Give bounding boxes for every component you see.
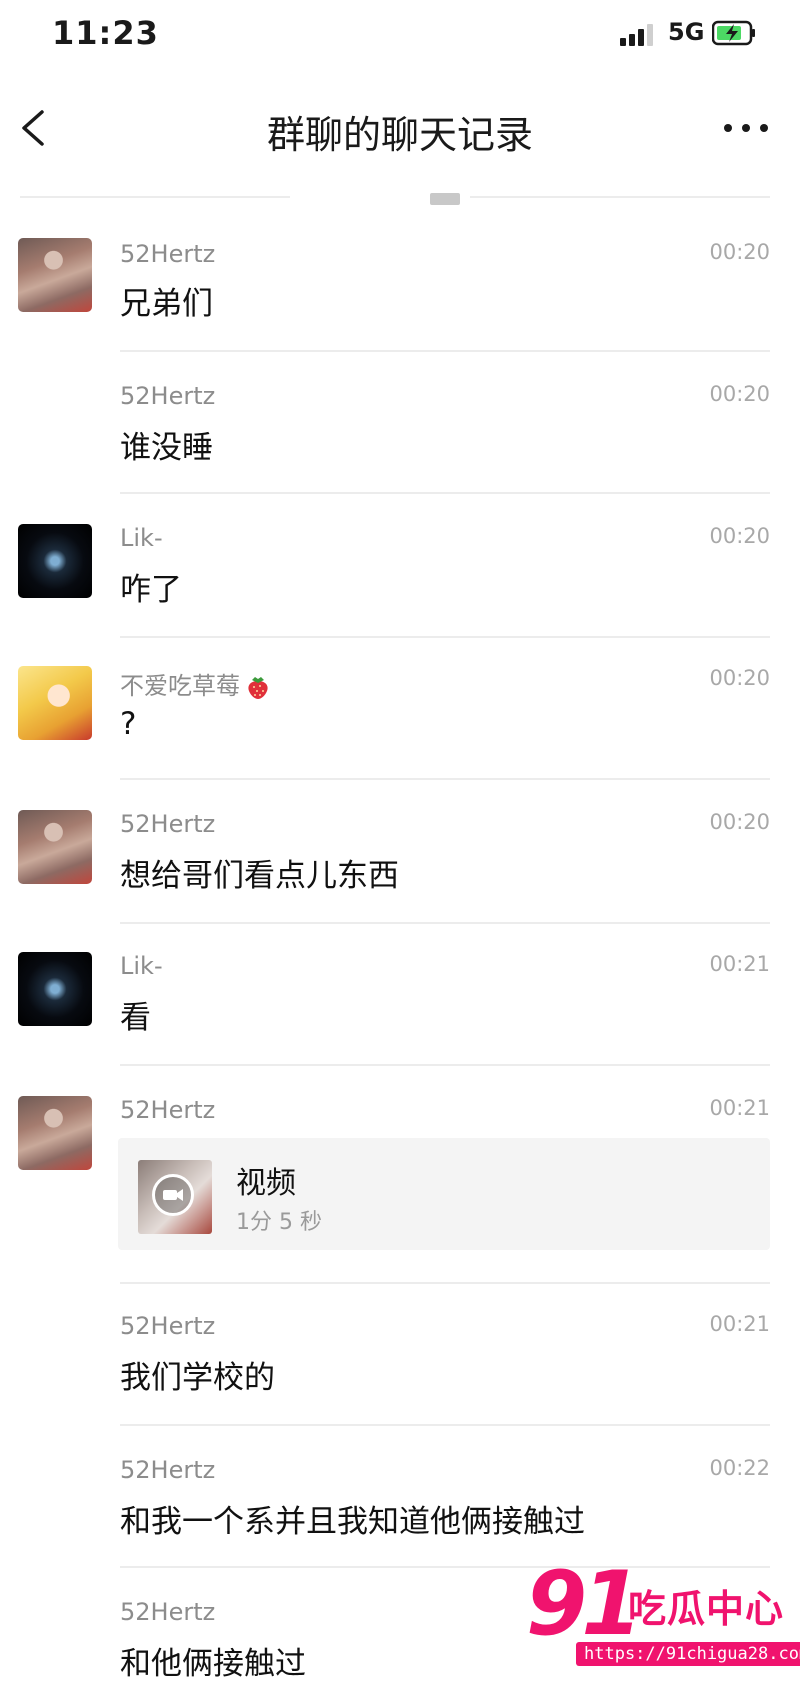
divider (120, 1282, 770, 1284)
message-text: 看 (120, 1000, 151, 1036)
sender-name: 52Hertz (120, 382, 216, 410)
list-item[interactable]: 52Hertz 00:20 谁没睡 (0, 380, 800, 480)
video-message-card[interactable]: 视频 1分 5 秒 (118, 1138, 770, 1250)
message-text: 想给哥们看点儿东西 (120, 858, 399, 894)
message-text: 咋了 (120, 572, 182, 608)
battery-charging-icon (712, 20, 755, 46)
message-text: 和他俩接触过 (120, 1646, 306, 1682)
sender-name: 52Hertz (120, 1096, 216, 1124)
divider (470, 196, 770, 198)
divider (120, 636, 770, 638)
watermark-text: 吃瓜中心 (628, 1587, 785, 1631)
list-item[interactable]: Lik- 00:21 看 (0, 952, 800, 1052)
sender-name: 不爱吃草莓 (120, 666, 272, 701)
divider (120, 922, 770, 924)
scroll-handle[interactable] (430, 193, 460, 205)
signal-icon (620, 24, 656, 46)
sender-name-text: 不爱吃草莓 (120, 672, 240, 700)
message-time: 00:22 (709, 1456, 770, 1480)
message-time: 00:20 (709, 666, 770, 690)
divider (20, 196, 290, 198)
divider (120, 1424, 770, 1426)
divider (120, 350, 770, 352)
message-time: 00:20 (709, 240, 770, 264)
message-time: 00:20 (709, 382, 770, 406)
status-time: 11:23 (52, 14, 159, 52)
more-options-icon[interactable] (722, 112, 770, 142)
list-item[interactable]: 52Hertz 00:21 我们学校的 (0, 1312, 800, 1412)
divider (120, 492, 770, 494)
avatar[interactable] (18, 524, 92, 598)
list-item[interactable]: 52Hertz 00:20 想给哥们看点儿东西 (0, 810, 800, 910)
message-time: 00:21 (709, 952, 770, 976)
message-time: 00:20 (709, 810, 770, 834)
message-text: 谁没睡 (120, 430, 213, 466)
message-time: 00:21 (709, 1312, 770, 1336)
divider (120, 778, 770, 780)
watermark: 91 吃瓜中心 https://91chigua28.com (520, 1552, 800, 1676)
sender-name: 52Hertz (120, 1456, 216, 1484)
sender-name: 52Hertz (120, 810, 216, 838)
list-item[interactable]: 52Hertz 00:22 和我一个系并且我知道他俩接触过 (0, 1456, 800, 1556)
message-text: ? (120, 706, 137, 742)
status-bar: 11:23 5G (0, 0, 800, 70)
sender-name: Lik- (120, 524, 163, 552)
message-text: 和我一个系并且我知道他俩接触过 (120, 1504, 585, 1540)
avatar[interactable] (18, 810, 92, 884)
page-title: 群聊的聊天记录 (266, 113, 533, 157)
list-item[interactable]: Lik- 00:20 咋了 (0, 524, 800, 624)
avatar[interactable] (18, 666, 92, 740)
message-text: 兄弟们 (120, 286, 213, 322)
list-item[interactable]: 52Hertz 00:21 视频 1分 5 秒 (0, 1096, 800, 1266)
sender-name: Lik- (120, 952, 163, 980)
message-text: 我们学校的 (120, 1360, 275, 1396)
list-item[interactable]: 不爱吃草莓 00:20 ? (0, 666, 800, 766)
sender-name: 52Hertz (120, 1598, 216, 1626)
avatar[interactable] (18, 1096, 92, 1170)
list-item[interactable]: 52Hertz 00:20 兄弟们 (0, 238, 800, 348)
sender-name: 52Hertz (120, 240, 216, 268)
avatar[interactable] (18, 952, 92, 1026)
sender-name: 52Hertz (120, 1312, 216, 1340)
divider (120, 1064, 770, 1066)
avatar[interactable] (18, 238, 92, 312)
strawberry-icon (248, 677, 268, 699)
message-time: 00:20 (709, 524, 770, 548)
video-camera-icon (152, 1174, 194, 1216)
nav-bar: 群聊的聊天记录 (0, 88, 800, 168)
video-label: 视频 (236, 1166, 296, 1201)
video-duration: 1分 5 秒 (236, 1210, 322, 1235)
network-label: 5G (668, 18, 705, 46)
video-thumbnail[interactable] (138, 1160, 212, 1234)
watermark-url: https://91chigua28.com (576, 1642, 800, 1666)
watermark-number: 91 (526, 1552, 642, 1655)
message-time: 00:21 (709, 1096, 770, 1120)
